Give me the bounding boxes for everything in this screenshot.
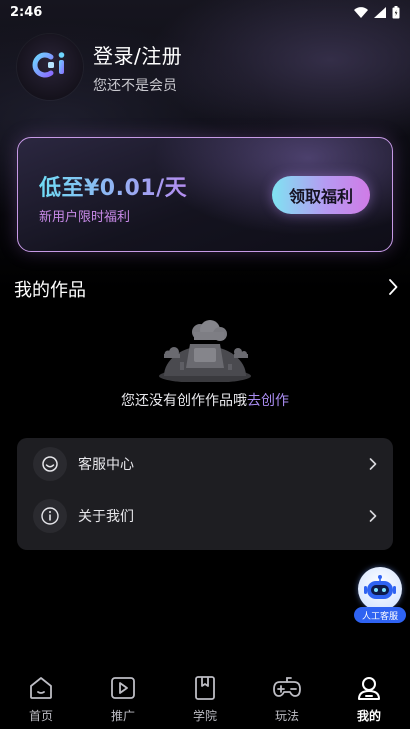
app-logo-icon bbox=[31, 50, 69, 84]
robot-icon bbox=[358, 567, 402, 611]
empty-works-illustration bbox=[150, 318, 260, 386]
status-time: 2:46 bbox=[10, 4, 43, 20]
nav-label-gameplay: 玩法 bbox=[274, 709, 299, 723]
info-icon bbox=[33, 499, 67, 533]
chevron-right-icon[interactable] bbox=[388, 279, 398, 299]
menu-item-about-us[interactable]: 关于我们 bbox=[17, 490, 393, 542]
battery-icon bbox=[392, 5, 400, 19]
play-icon bbox=[110, 676, 136, 704]
chevron-right-icon bbox=[369, 507, 377, 526]
nav-label-promote: 推广 bbox=[110, 709, 135, 723]
nav-label-mine: 我的 bbox=[356, 709, 381, 723]
nav-label-home: 首页 bbox=[28, 709, 53, 723]
nav-item-promote[interactable]: 推广 bbox=[82, 668, 164, 729]
promo-price: 低至¥0.01/天 bbox=[39, 170, 187, 202]
status-icons bbox=[354, 5, 400, 19]
profile-text: 登录/注册 您还不是会员 bbox=[93, 40, 182, 95]
customer-service-label: 人工客服 bbox=[354, 607, 406, 623]
book-icon bbox=[192, 676, 218, 704]
nav-item-mine[interactable]: 我的 bbox=[328, 668, 410, 729]
status-bar: 2:46 bbox=[0, 0, 410, 24]
membership-status: 您还不是会员 bbox=[93, 77, 177, 94]
floating-customer-service[interactable]: 人工客服 bbox=[354, 567, 406, 625]
headset-smile-icon bbox=[33, 447, 67, 481]
menu-label-about-us: 关于我们 bbox=[78, 509, 134, 525]
profile-login-area[interactable]: 登录/注册 您还不是会员 bbox=[17, 34, 182, 100]
bottom-nav: 首页 推广 学院 玩法 我的 bbox=[0, 668, 410, 729]
signal-icon bbox=[374, 6, 386, 18]
nav-item-home[interactable]: 首页 bbox=[0, 668, 82, 729]
wifi-icon bbox=[354, 6, 368, 18]
user-icon bbox=[356, 676, 382, 704]
profile-screen: 2:46 登录/注册 您还不是会员 低至¥0.01/天 新用户限时福利 领取福利… bbox=[0, 0, 410, 729]
login-register-link[interactable]: 登录/注册 bbox=[93, 40, 182, 69]
empty-works-text: 您还没有创作作品哦 bbox=[121, 393, 247, 409]
menu-label-customer-service: 客服中心 bbox=[78, 457, 134, 473]
claim-benefit-button[interactable]: 领取福利 bbox=[272, 176, 370, 214]
my-works-title: 我的作品 bbox=[14, 280, 86, 301]
home-icon bbox=[28, 676, 54, 704]
nav-item-gameplay[interactable]: 玩法 bbox=[246, 668, 328, 729]
menu-item-customer-service[interactable]: 客服中心 bbox=[17, 438, 393, 490]
nav-item-academy[interactable]: 学院 bbox=[164, 668, 246, 729]
chevron-right-icon bbox=[369, 455, 377, 474]
promo-subtitle: 新用户限时福利 bbox=[39, 210, 131, 225]
my-works-header[interactable]: 我的作品 bbox=[14, 276, 398, 302]
gamepad-icon bbox=[272, 676, 302, 704]
avatar[interactable] bbox=[17, 34, 83, 100]
empty-works-message: 您还没有创作作品哦去创作 bbox=[0, 390, 410, 410]
promo-card[interactable]: 低至¥0.01/天 新用户限时福利 领取福利 bbox=[17, 137, 393, 252]
go-create-link[interactable]: 去创作 bbox=[247, 393, 289, 409]
menu-card: 客服中心 关于我们 bbox=[17, 438, 393, 550]
nav-label-academy: 学院 bbox=[192, 709, 217, 723]
